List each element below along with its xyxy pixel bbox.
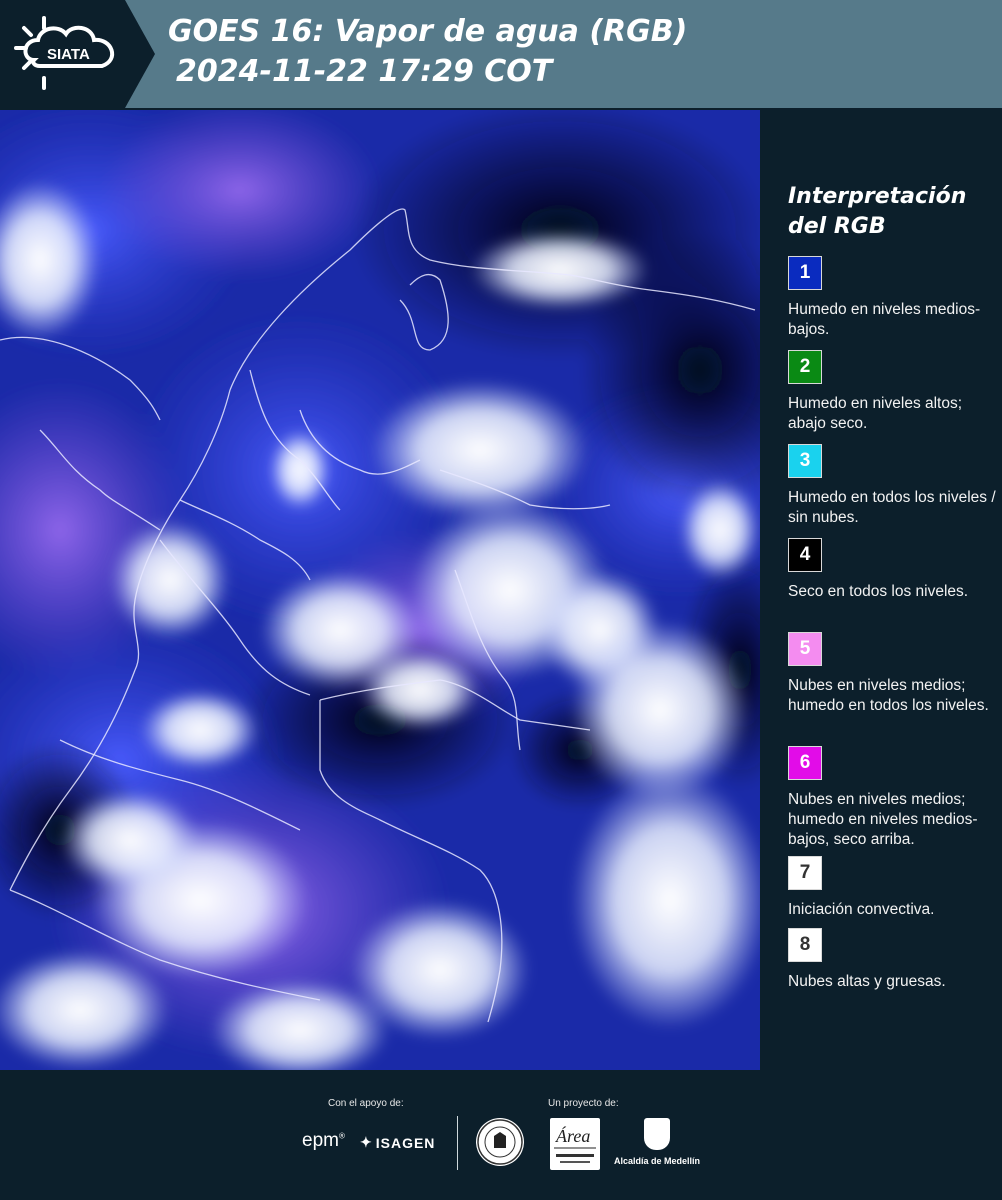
legend-text: Humedo en niveles altos; abajo seco. (788, 395, 963, 432)
legend-text: Iniciación convectiva. (788, 901, 935, 918)
legend-swatch-2: 2 (788, 350, 822, 384)
legend-item: 6 Nubes en niveles medios; humedo en niv… (788, 746, 998, 850)
header-bar: SIATA GOES 16: Vapor de agua (RGB) 2024-… (0, 0, 1002, 108)
support-label: Con el apoyo de: (328, 1098, 404, 1109)
legend-swatch-3: 3 (788, 444, 822, 478)
legend-item: 5 Nubes en niveles medios; humedo en tod… (788, 632, 998, 716)
epm-logo: epm® (302, 1130, 345, 1151)
legend-item: 2 Humedo en niveles altos; abajo seco. (788, 350, 998, 434)
legend-text: Seco en todos los niveles. (788, 583, 969, 600)
legend-item: 7 Iniciación convectiva. (788, 856, 998, 920)
footer-divider (457, 1116, 458, 1170)
project-label: Un proyecto de: (548, 1098, 619, 1109)
siata-logo-text: SIATA (47, 46, 90, 63)
legend-swatch-7: 7 (788, 856, 822, 890)
legend-text: Nubes en niveles medios; humedo en todos… (788, 677, 989, 714)
legend-swatch-6: 6 (788, 746, 822, 780)
isagen-logo: ✦ ISAGEN (360, 1134, 435, 1151)
rgb-legend: Interpretación del RGB 1 Humedo en nivel… (774, 110, 1002, 1070)
legend-swatch-5: 5 (788, 632, 822, 666)
legend-swatch-1: 1 (788, 256, 822, 290)
legend-text: Nubes en niveles medios; humedo en nivel… (788, 791, 978, 848)
legend-title: Interpretación del RGB (788, 182, 966, 242)
legend-swatch-4: 4 (788, 538, 822, 572)
legend-title-line2: del RGB (788, 214, 886, 239)
legend-item: 3 Humedo en todos los niveles / sin nube… (788, 444, 998, 528)
epm-logo-text: epm (302, 1130, 339, 1151)
university-seal-icon (476, 1118, 524, 1166)
legend-swatch-8: 8 (788, 928, 822, 962)
legend-item: 1 Humedo en niveles medios-bajos. (788, 256, 998, 340)
page-title: GOES 16: Vapor de agua (RGB) (168, 14, 688, 49)
isagen-icon: ✦ (360, 1134, 373, 1150)
isagen-logo-text: ISAGEN (375, 1134, 436, 1151)
satellite-image (0, 110, 760, 1070)
legend-item: 8 Nubes altas y gruesas. (788, 928, 998, 992)
shield-icon (644, 1118, 670, 1150)
legend-text: Humedo en niveles medios-bajos. (788, 301, 981, 338)
legend-text: Nubes altas y gruesas. (788, 973, 946, 990)
alcaldia-text: Alcaldía de Medellín (613, 1156, 701, 1166)
legend-title-line1: Interpretación (788, 184, 967, 209)
svg-text:Área: Área (555, 1125, 590, 1146)
page-datetime: 2024-11-22 17:29 COT (176, 54, 553, 89)
alcaldia-logo: Alcaldía de Medellín (612, 1118, 702, 1174)
siata-logo: SIATA (0, 0, 155, 108)
legend-text: Humedo en todos los niveles / sin nubes. (788, 489, 996, 526)
legend-item: 4 Seco en todos los niveles. (788, 538, 998, 602)
footer: Con el apoyo de: Un proyecto de: epm® ✦ … (0, 1070, 1002, 1200)
area-metropolitana-logo: Área (550, 1118, 600, 1170)
